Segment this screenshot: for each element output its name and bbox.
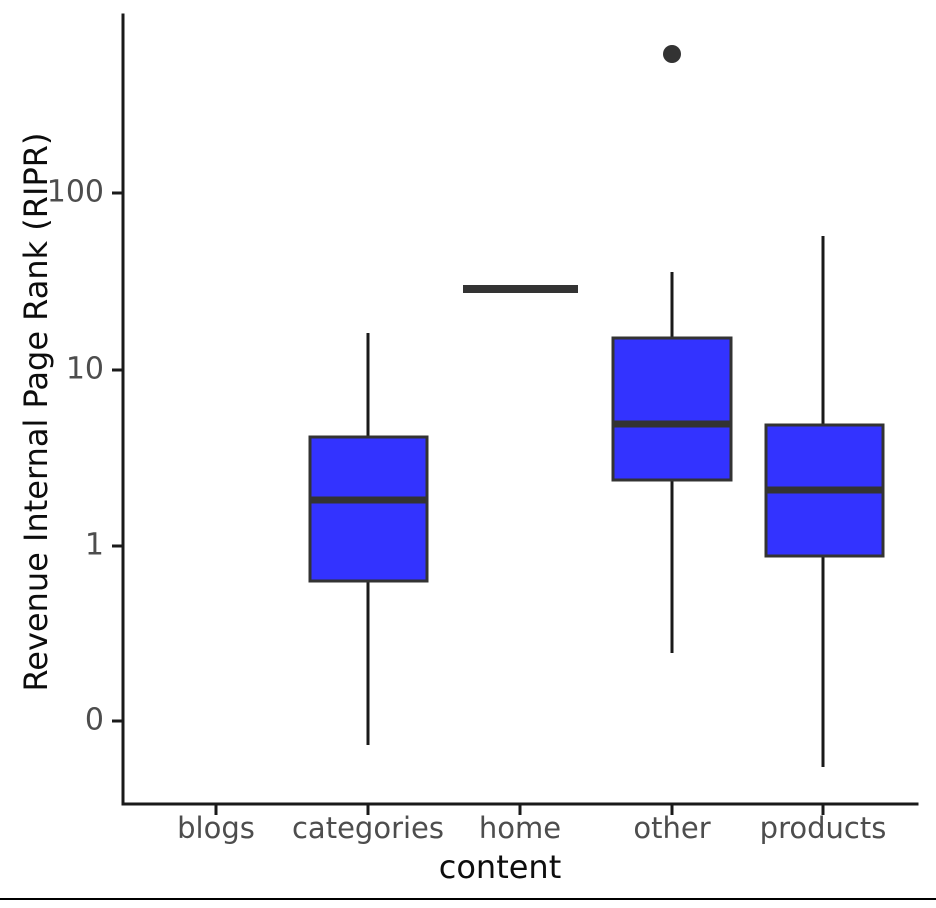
footer-divider <box>0 898 936 900</box>
x-tick-label-products: products <box>760 811 887 845</box>
chart-page: 100 10 1 0 blogs categories home other p… <box>0 0 936 908</box>
outlier-point-other[interactable] <box>663 45 681 63</box>
y-tick-label-100: 100 <box>47 175 104 210</box>
x-tick-label-other: other <box>633 811 710 845</box>
y-tick-label-0: 0 <box>85 703 104 738</box>
x-tick-label-categories: categories <box>292 811 444 845</box>
x-tick-label-home: home <box>479 811 561 845</box>
x-axis-title: content <box>439 848 562 886</box>
x-tick-label-blogs: blogs <box>177 811 255 845</box>
box-rect-categories[interactable] <box>308 435 429 583</box>
y-tick-label-10: 10 <box>66 352 104 387</box>
y-axis-title: Revenue Internal Page Rank (RIPR) <box>17 133 55 692</box>
boxplot-chart: 100 10 1 0 blogs categories home other p… <box>0 0 936 908</box>
y-tick-label-1: 1 <box>85 528 104 563</box>
box-rect-other[interactable] <box>611 336 733 482</box>
